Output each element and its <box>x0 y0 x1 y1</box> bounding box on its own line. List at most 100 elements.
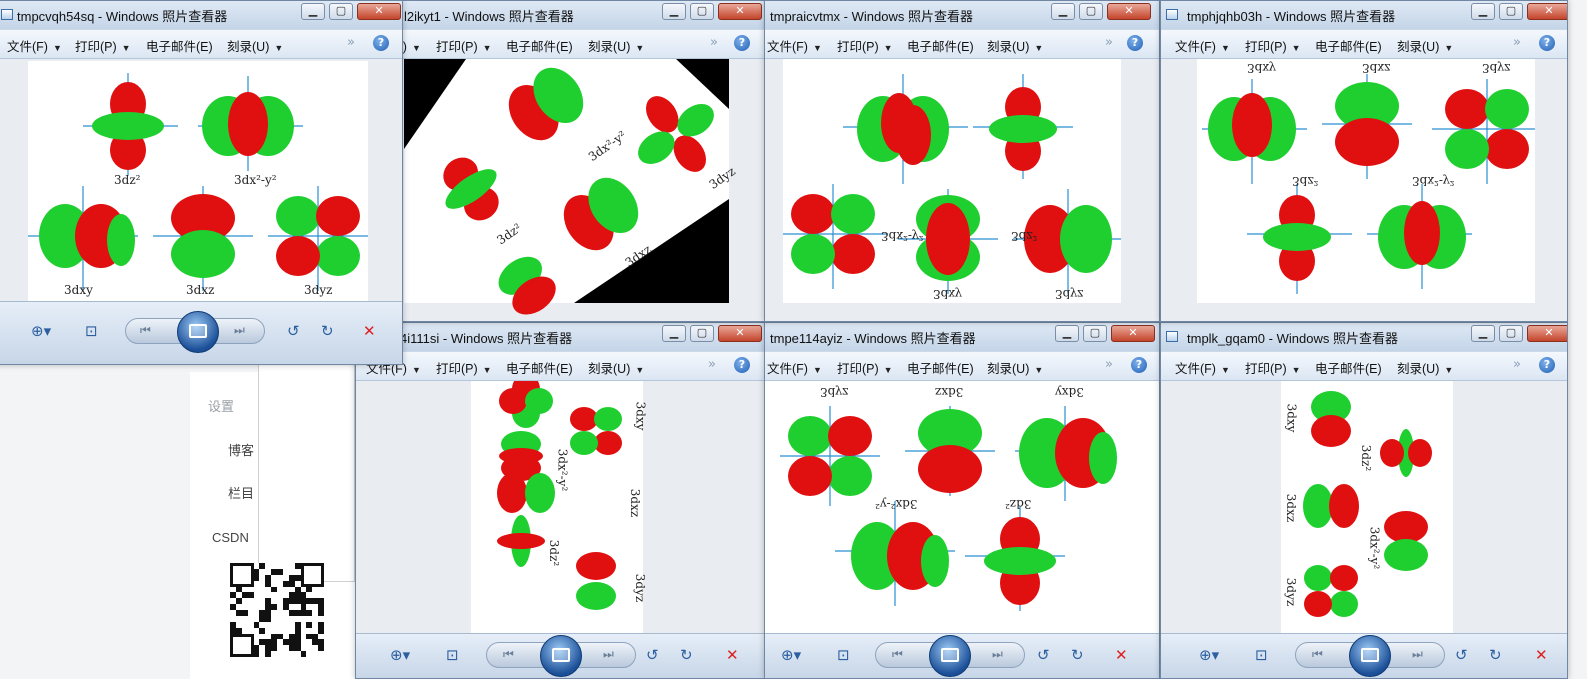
help-icon[interactable]: ? <box>1539 35 1555 51</box>
maximize-button[interactable]: ▢ <box>1083 325 1107 342</box>
slideshow-icon[interactable] <box>1349 635 1391 677</box>
title-bar[interactable]: tmplk_gqam0 - Windows 照片查看器 ▁ ▢ ✕ <box>1161 323 1567 351</box>
delete-icon[interactable]: ✕ <box>726 646 739 664</box>
help-icon[interactable]: ? <box>734 357 750 373</box>
delete-icon[interactable]: ✕ <box>363 322 376 340</box>
delete-icon[interactable]: ✕ <box>1115 646 1128 664</box>
menu-email[interactable]: 电子邮件(E) <box>907 36 974 55</box>
title-bar[interactable]: tmpcvqh54sq - Windows 照片查看器 ▁ ▢ ✕ <box>0 1 402 29</box>
menu-email[interactable]: 电子邮件(E) <box>907 358 974 377</box>
next-icon[interactable]: ⏭ <box>992 647 1003 662</box>
menu-print[interactable]: 打印(P) ▼ <box>837 36 893 55</box>
rotate-left-icon[interactable]: ↺ <box>1455 646 1468 664</box>
close-button[interactable]: ✕ <box>1111 325 1155 342</box>
rotate-right-icon[interactable]: ↻ <box>321 322 334 340</box>
menu-print[interactable]: 打印(P) ▼ <box>1245 358 1301 377</box>
previous-icon[interactable]: ⏮ <box>1312 647 1323 662</box>
menu-email[interactable]: 电子邮件(E) <box>146 36 213 55</box>
bg-label-column[interactable]: 栏目 <box>228 483 254 502</box>
fit-icon[interactable]: ⊡ <box>446 646 459 664</box>
close-button[interactable]: ✕ <box>1107 3 1151 20</box>
rotate-right-icon[interactable]: ↻ <box>680 646 693 664</box>
fit-icon[interactable]: ⊡ <box>85 322 98 340</box>
close-button[interactable]: ✕ <box>1527 3 1567 20</box>
chevron-right-icon[interactable]: » <box>1105 357 1113 372</box>
zoom-icon[interactable]: ⊕▾ <box>1199 646 1219 664</box>
menu-file[interactable]: 文件(F)▼ <box>7 36 62 55</box>
maximize-button[interactable]: ▢ <box>690 325 714 342</box>
maximize-button[interactable]: ▢ <box>1079 3 1103 20</box>
menu-burn[interactable]: 刻录(U) ▼ <box>1397 36 1453 55</box>
close-button[interactable]: ✕ <box>1527 325 1567 342</box>
help-icon[interactable]: ? <box>1539 357 1555 373</box>
chevron-right-icon[interactable]: » <box>1513 35 1521 50</box>
title-bar[interactable]: tmphjqhb03h - Windows 照片查看器 ▁ ▢ ✕ <box>1161 1 1567 29</box>
title-bar[interactable]: 4i111si - Windows 照片查看器 ▁ ▢ ✕ <box>356 323 764 351</box>
rotate-left-icon[interactable]: ↺ <box>287 322 300 340</box>
title-bar[interactable]: tmpraicvtmx - Windows 照片查看器 ▁ ▢ ✕ <box>765 1 1159 29</box>
rotate-left-icon[interactable]: ↺ <box>646 646 659 664</box>
menu-burn[interactable]: 刻录(U) ▼ <box>1397 358 1453 377</box>
close-button[interactable]: ✕ <box>718 3 762 20</box>
close-button[interactable]: ✕ <box>357 3 401 20</box>
menu-print[interactable]: 打印(P) ▼ <box>436 36 492 55</box>
help-icon[interactable]: ? <box>734 35 750 51</box>
menu-file[interactable]: 文件(F)▼ <box>1175 358 1230 377</box>
menu-burn[interactable]: 刻录(U) ▼ <box>588 358 644 377</box>
slideshow-icon[interactable] <box>540 635 582 677</box>
menu-file[interactable]: 文件(F)▼ <box>767 358 822 377</box>
menu-print[interactable]: 打印(P) ▼ <box>1245 36 1301 55</box>
chevron-right-icon[interactable]: » <box>1105 35 1113 50</box>
fit-icon[interactable]: ⊡ <box>837 646 850 664</box>
next-icon[interactable]: ⏭ <box>603 647 614 662</box>
delete-icon[interactable]: ✕ <box>1535 646 1548 664</box>
title-bar[interactable]: tmpe114ayiz - Windows 照片查看器 ▁ ▢ ✕ <box>765 323 1159 351</box>
fit-icon[interactable]: ⊡ <box>1255 646 1268 664</box>
bg-label-blog[interactable]: 博客 <box>228 440 254 459</box>
next-icon[interactable]: ⏭ <box>234 323 245 338</box>
menu-email[interactable]: 电子邮件(E) <box>506 358 573 377</box>
bg-label-settings[interactable]: 设置 <box>208 396 234 415</box>
minimize-button[interactable]: ▁ <box>1471 3 1495 20</box>
previous-icon[interactable]: ⏮ <box>892 647 903 662</box>
slideshow-icon[interactable] <box>929 635 971 677</box>
rotate-right-icon[interactable]: ↻ <box>1071 646 1084 664</box>
chevron-right-icon[interactable]: » <box>1513 357 1521 372</box>
menu-print[interactable]: 打印(P) ▼ <box>436 358 492 377</box>
rotate-right-icon[interactable]: ↻ <box>1489 646 1502 664</box>
minimize-button[interactable]: ▁ <box>662 325 686 342</box>
maximize-button[interactable]: ▢ <box>1499 3 1523 20</box>
minimize-button[interactable]: ▁ <box>662 3 686 20</box>
menu-burn[interactable]: 刻录(U) ▼ <box>987 358 1043 377</box>
help-icon[interactable]: ? <box>373 35 389 51</box>
help-icon[interactable]: ? <box>1127 35 1143 51</box>
zoom-icon[interactable]: ⊕▾ <box>390 646 410 664</box>
help-icon[interactable]: ? <box>1131 357 1147 373</box>
minimize-button[interactable]: ▁ <box>1051 3 1075 20</box>
previous-icon[interactable]: ⏮ <box>140 323 151 338</box>
bg-label-csdn[interactable]: CSDN <box>212 530 249 545</box>
chevron-right-icon[interactable]: » <box>708 357 716 372</box>
next-icon[interactable]: ⏭ <box>1412 647 1423 662</box>
minimize-button[interactable]: ▁ <box>1055 325 1079 342</box>
previous-icon[interactable]: ⏮ <box>503 647 514 662</box>
menu-print[interactable]: 打印(P) ▼ <box>75 36 131 55</box>
menu-burn[interactable]: 刻录(U) ▼ <box>227 36 283 55</box>
menu-email[interactable]: 电子邮件(E) <box>506 36 573 55</box>
close-button[interactable]: ✕ <box>718 325 762 342</box>
chevron-right-icon[interactable]: » <box>710 35 718 50</box>
menu-burn[interactable]: 刻录(U) ▼ <box>588 36 644 55</box>
menu-file[interactable]: 文件(F)▼ <box>1175 36 1230 55</box>
menu-print[interactable]: 打印(P) ▼ <box>837 358 893 377</box>
minimize-button[interactable]: ▁ <box>1471 325 1495 342</box>
maximize-button[interactable]: ▢ <box>690 3 714 20</box>
menu-email[interactable]: 电子邮件(E) <box>1315 358 1382 377</box>
menu-burn[interactable]: 刻录(U) ▼ <box>987 36 1043 55</box>
slideshow-icon[interactable] <box>177 311 219 353</box>
menu-file[interactable]: 文件(F)▼ <box>767 36 822 55</box>
zoom-icon[interactable]: ⊕▾ <box>31 322 51 340</box>
title-bar[interactable]: l2ikyt1 - Windows 照片查看器 ▁ ▢ ✕ <box>356 1 764 29</box>
rotate-left-icon[interactable]: ↺ <box>1037 646 1050 664</box>
chevron-right-icon[interactable]: » <box>347 35 355 50</box>
maximize-button[interactable]: ▢ <box>1499 325 1523 342</box>
